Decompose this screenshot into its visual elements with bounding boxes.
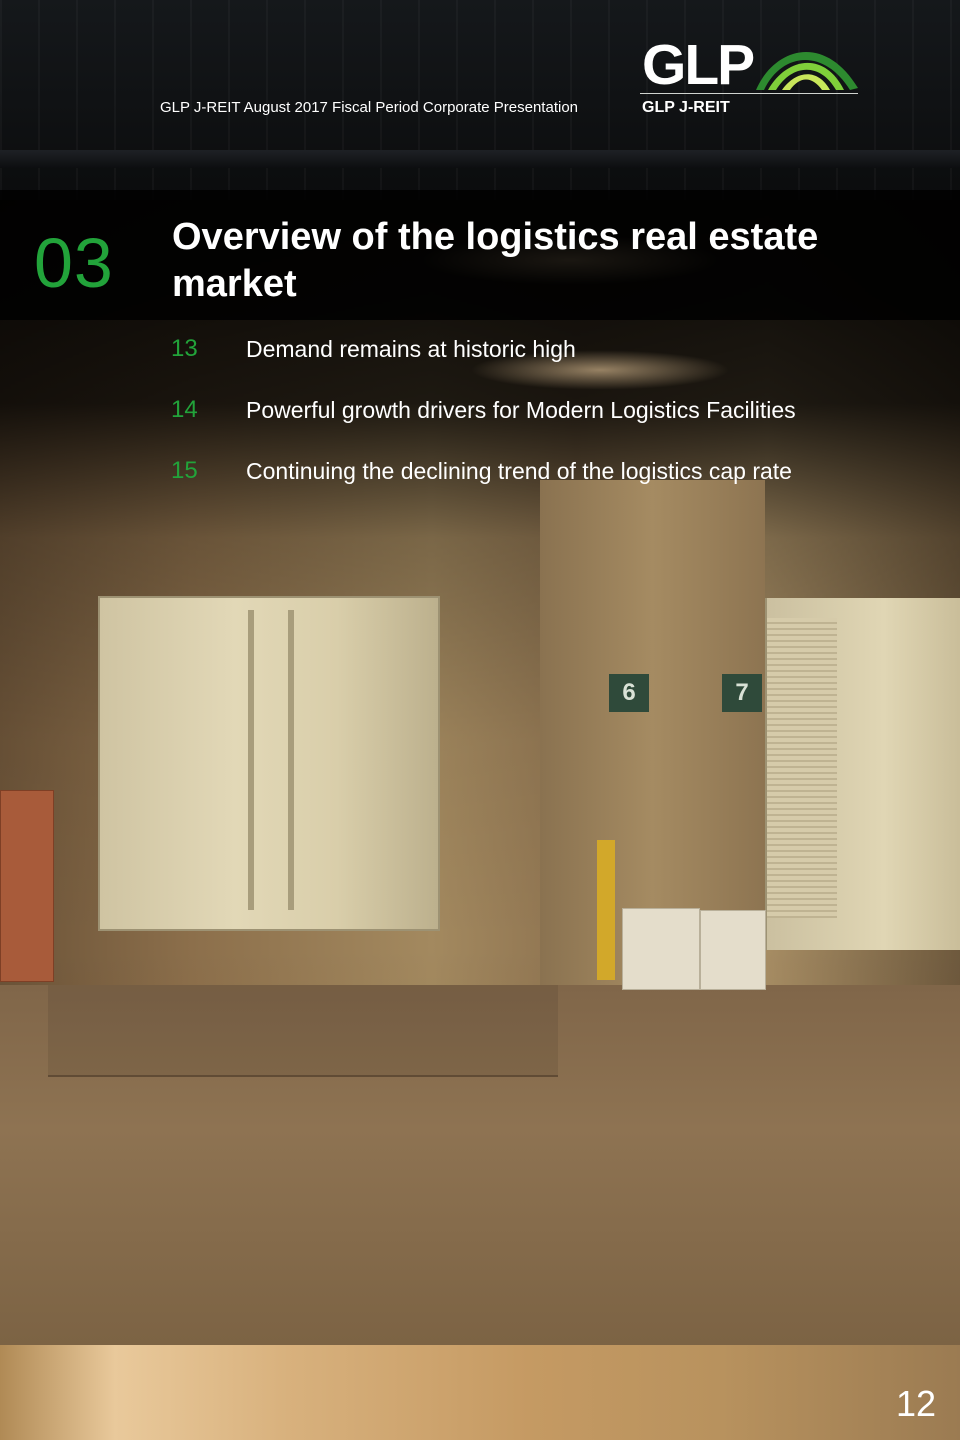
toc-page-number: 14: [171, 396, 198, 423]
ceiling-beam: [0, 150, 960, 168]
logo-subtext: GLP J-REIT: [642, 99, 730, 116]
toc-label: Continuing the declining trend of the lo…: [246, 458, 792, 484]
page-number: 12: [895, 1383, 936, 1424]
presentation-subtitle: GLP J-REIT August 2017 Fiscal Period Cor…: [160, 99, 579, 116]
truck-shutter: [767, 618, 837, 918]
toc-item[interactable]: 14 Powerful growth drivers for Modern Lo…: [0, 395, 960, 425]
stacked-crates: [0, 790, 54, 982]
glp-logo: GLP GLP J-REIT: [640, 34, 862, 120]
dock-leveler: [48, 985, 558, 1077]
logo-divider: [640, 93, 858, 94]
dock-sign-6: 6: [609, 674, 649, 712]
yellow-post: [597, 840, 615, 980]
dock-sign-7: 7: [722, 674, 762, 712]
door-seam: [248, 610, 254, 910]
door-seam: [288, 610, 294, 910]
truck-container-left: [98, 596, 440, 931]
cardboard-box: [700, 910, 766, 990]
cardboard-box: [622, 908, 700, 990]
bottom-strip: [0, 1345, 960, 1440]
toc-page-number: 15: [171, 457, 198, 484]
toc-item[interactable]: 13 Demand remains at historic high: [0, 334, 960, 364]
logo-arcs-icon: [756, 51, 858, 90]
section-number: 03: [34, 224, 114, 302]
toc-label: Powerful growth drivers for Modern Logis…: [246, 397, 796, 423]
truck-container-right: [765, 598, 960, 950]
logo-wordmark: GLP: [642, 33, 755, 97]
toc-page-number: 13: [171, 335, 198, 362]
section-title: Overview of the logistics real estate ma…: [172, 216, 819, 305]
toc-label: Demand remains at historic high: [246, 336, 576, 362]
toc-item[interactable]: 15 Continuing the declining trend of the…: [0, 456, 960, 486]
